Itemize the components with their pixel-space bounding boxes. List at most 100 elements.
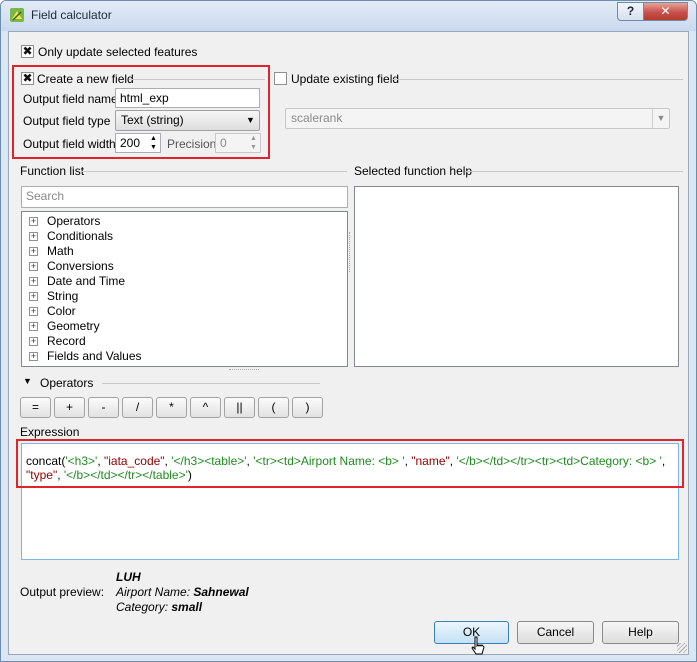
expand-plus-icon[interactable]: + — [29, 217, 38, 226]
expand-plus-icon[interactable]: + — [29, 262, 38, 271]
only-selected-label: Only update selected features — [38, 45, 198, 59]
expand-plus-icon[interactable]: + — [29, 277, 38, 286]
operator-button[interactable]: || — [224, 397, 255, 418]
splitter-handle[interactable] — [349, 232, 353, 272]
operator-button[interactable]: * — [156, 397, 187, 418]
chevron-down-icon: ▼ — [246, 115, 255, 125]
operator-button[interactable]: ( — [258, 397, 289, 418]
create-new-field-label: Create a new field — [37, 72, 134, 86]
group-divider — [102, 383, 320, 384]
function-group-item[interactable]: + Geometry — [22, 319, 347, 334]
existing-field-select[interactable]: scalerank ▼ — [285, 108, 670, 129]
function-group-label: String — [47, 289, 79, 303]
operator-button[interactable]: ) — [292, 397, 323, 418]
output-preview-label: Output preview: — [20, 585, 105, 599]
output-field-type-value: Text (string) — [121, 113, 184, 127]
function-group-label: Operators — [47, 214, 101, 228]
function-group-item[interactable]: + Fields and Values — [22, 349, 347, 364]
expression-token: , — [57, 468, 64, 482]
output-field-width-spinbox[interactable]: 200 ▲ ▼ — [115, 133, 161, 153]
spin-arrows-icon[interactable]: ▲ ▼ — [147, 134, 160, 152]
spin-arrows-icon[interactable]: ▲ ▼ — [247, 134, 260, 152]
qgis-icon — [10, 8, 24, 22]
expand-plus-icon[interactable]: + — [29, 307, 38, 316]
function-group-item[interactable]: + Operators — [22, 214, 347, 229]
expression-token: '<h3>' — [65, 454, 98, 468]
function-group-label: Conditionals — [47, 229, 114, 243]
collapse-triangle-icon[interactable]: ▼ — [23, 376, 32, 386]
field-calculator-window: Field calculator ? ✕ ✖ Only update selec… — [0, 0, 697, 662]
help-button[interactable]: Help — [602, 621, 679, 644]
expand-plus-icon[interactable]: + — [29, 322, 38, 331]
function-tree: + Operators + Conditionals + Math + Conversions… — [21, 211, 348, 367]
expression-token: , — [97, 454, 104, 468]
operator-button[interactable]: ^ — [190, 397, 221, 418]
function-group-item[interactable]: + Conversions — [22, 259, 347, 274]
function-group-label: Math — [47, 244, 74, 258]
expand-plus-icon[interactable]: + — [29, 232, 38, 241]
cancel-button[interactable]: Cancel — [517, 621, 594, 644]
output-field-width-label: Output field width — [23, 137, 116, 151]
create-new-field-checkbox[interactable]: ✖ — [21, 72, 34, 85]
mouse-cursor-icon — [471, 636, 485, 655]
close-window-button[interactable]: ✕ — [643, 2, 688, 21]
existing-field-value: scalerank — [291, 111, 343, 125]
function-group-item[interactable]: + Date and Time — [22, 274, 347, 289]
function-group-item[interactable]: + Math — [22, 244, 347, 259]
expression-token: '</b></td></tr></table>' — [63, 468, 188, 482]
dialog-body: ✖ Only update selected features ✖ Create… — [8, 31, 689, 655]
expression-token: '<tr><td>Airport Name: <b> ' — [253, 454, 405, 468]
function-group-item[interactable]: + Color — [22, 304, 347, 319]
function-group-label: Fields and Values — [47, 349, 142, 363]
function-list-title: Function list — [20, 164, 85, 178]
splitter-handle[interactable] — [229, 369, 259, 373]
expression-token: , — [661, 454, 666, 468]
precision-label: Precision — [167, 137, 217, 151]
output-field-name-input[interactable]: html_exp — [115, 88, 260, 108]
function-group-label: Geometry — [47, 319, 100, 333]
output-field-type-label: Output field type — [23, 114, 111, 128]
expression-line: "type", '</b></td></tr></table>') — [26, 468, 676, 482]
resize-grip[interactable] — [677, 643, 687, 653]
precision-value: 0 — [220, 136, 227, 150]
chevron-down-icon: ▼ — [652, 109, 669, 128]
group-divider — [81, 171, 347, 172]
expand-plus-icon[interactable]: + — [29, 247, 38, 256]
expand-plus-icon[interactable]: + — [29, 352, 38, 361]
output-field-name-label: Output field name — [23, 92, 118, 106]
expression-line: concat('<h3>', "iata_code", '</h3><table… — [26, 454, 676, 468]
operator-button[interactable]: + — [54, 397, 85, 418]
function-group-item[interactable]: + Record — [22, 334, 347, 349]
expression-token: "name" — [411, 454, 450, 468]
operator-button[interactable]: - — [88, 397, 119, 418]
precision-spinbox[interactable]: 0 ▲ ▼ — [215, 133, 261, 153]
output-field-type-select[interactable]: Text (string) ▼ — [115, 110, 260, 131]
expression-token: '</b></td></tr><tr><td>Category: <b> ' — [456, 454, 662, 468]
function-search-input[interactable]: Search — [21, 186, 348, 208]
title-bar[interactable]: Field calculator ? ✕ — [1, 1, 696, 31]
operator-button[interactable]: / — [122, 397, 153, 418]
expression-token: "type" — [26, 468, 58, 482]
function-group-item[interactable]: + Conditionals — [22, 229, 347, 244]
function-group-item[interactable]: + String — [22, 289, 347, 304]
group-divider — [393, 79, 683, 80]
window-title: Field calculator — [31, 8, 112, 22]
function-group-label: Date and Time — [47, 274, 126, 288]
function-help-title: Selected function help — [354, 164, 473, 178]
function-help-panel — [354, 186, 679, 367]
group-divider — [465, 171, 683, 172]
expression-text[interactable]: concat('<h3>', "iata_code", '</h3><table… — [26, 454, 676, 482]
output-field-width-value: 200 — [120, 136, 141, 150]
group-divider — [129, 79, 265, 80]
expression-title: Expression — [20, 425, 80, 439]
preview-line-code: LUH — [116, 570, 141, 584]
function-group-label: Record — [47, 334, 86, 348]
update-existing-checkbox[interactable] — [274, 72, 287, 85]
expand-plus-icon[interactable]: + — [29, 292, 38, 301]
operator-buttons: = + - / * ^ ||() — [20, 397, 330, 419]
update-existing-label: Update existing field — [291, 72, 400, 86]
context-help-button[interactable]: ? — [617, 2, 644, 21]
expand-plus-icon[interactable]: + — [29, 337, 38, 346]
operator-button[interactable]: = — [20, 397, 51, 418]
only-selected-checkbox[interactable]: ✖ — [21, 45, 34, 58]
